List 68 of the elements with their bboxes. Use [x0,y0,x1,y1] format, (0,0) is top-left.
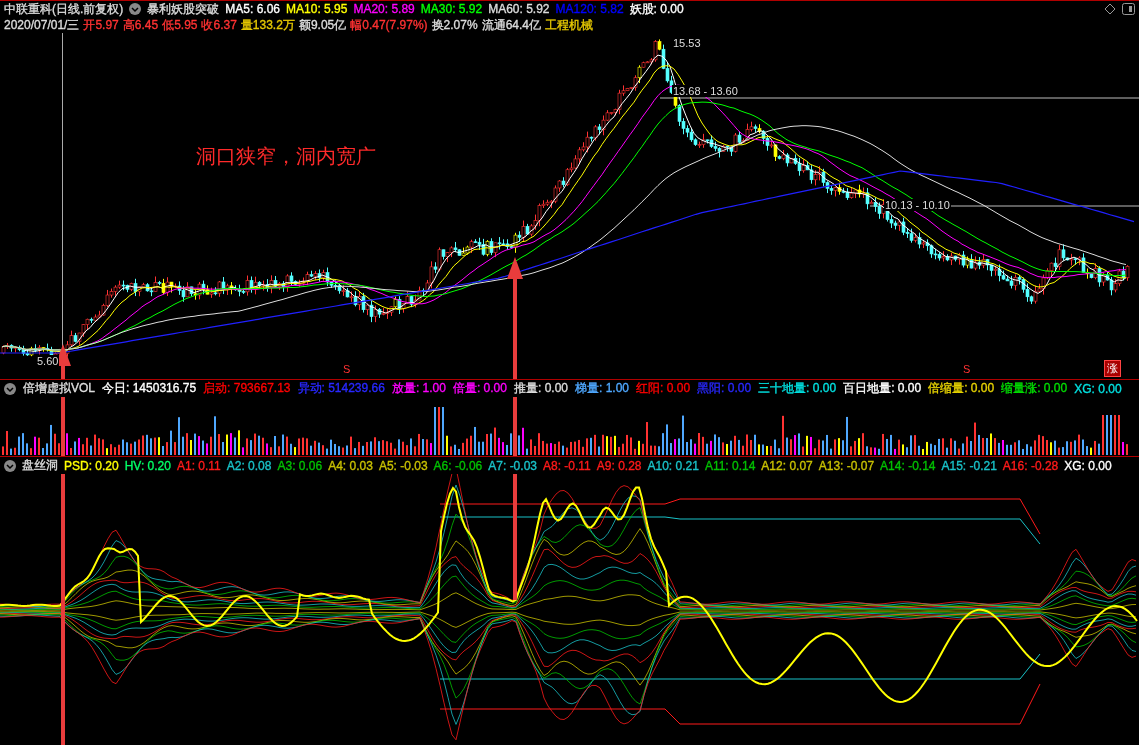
indicator-value: 倍量: 0.00 [452,380,507,397]
quote-value: 换2.07% [431,16,478,34]
indicator-value: A6: -0.06 [433,458,483,473]
quote-value: 流通64.4亿 [481,16,541,34]
indicator-value: PSD: 0.20 [64,458,119,473]
quote-value: 高6.45 [122,16,159,34]
panel-toggle-icon[interactable] [1122,3,1135,15]
quote-value: 工程机械 [545,16,593,34]
ma-value: MA5: 6.06 [225,2,281,16]
indicator-value: 启动: 793667.13 [203,380,291,397]
dropdown-icon[interactable] [4,459,16,472]
indicator-value: 今日: 1450316.75 [102,380,197,397]
chart-caption: 洞口狭窄，洞内宽广 [196,144,376,169]
quote-value: 低5.95 [162,16,198,34]
price-label: 13.68 - 13.60 [672,85,739,97]
indicator-value: XG: 0.00 [1074,381,1122,396]
indicator-value: A7: -0.03 [488,458,537,473]
signal-marker: S [962,363,972,375]
price-label: 5.60 [36,355,60,367]
quote-value: 收6.37 [201,16,237,34]
indicator-value: 异动: 514239.66 [297,380,385,397]
indicator-value: 三十地量: 0.00 [758,380,837,397]
ma-value: MA120: 5.82 [555,2,624,16]
indicator-value: A11: 0.14 [704,458,756,473]
indicator-value: A15: -0.21 [941,458,997,473]
indicator-value: A3: 0.06 [277,458,323,473]
indicator-value: 倍缩量: 0.00 [928,380,995,397]
indicator-value: 放量: 1.00 [391,380,446,397]
ma-value: MA60: 5.92 [488,2,550,16]
indicator-value: A4: 0.03 [328,458,373,473]
stock-title: 中联重科(日线.前复权) [4,0,124,18]
indicator-value: A10: 0.21 [647,458,699,473]
price-label: 15.53 [672,37,702,49]
indicator-value: A9: 0.28 [596,458,642,473]
quote-date: 2020/07/01/三 [4,16,80,34]
dropdown-icon[interactable] [129,3,142,15]
indicator-value: 红阳: 0.00 [636,380,691,397]
ma-value: 妖股: 0.00 [629,0,684,18]
indicator-value: A13: -0.07 [818,458,875,473]
indicator-value: HV: 0.20 [124,458,171,473]
ma-value: MA10: 5.95 [286,2,348,16]
quote-value: 幅0.47(7.97%) [350,16,428,34]
indicator-value: 缩量涨: 0.00 [1001,380,1068,397]
indicator-value: A16: -0.28 [1002,458,1059,473]
indicator-value: 梯量: 1.00 [575,380,630,397]
indicator-value: 百日地量: 0.00 [843,380,922,397]
quote-value: 开5.97 [83,16,119,34]
ma-value: MA30: 5.92 [420,2,483,16]
price-label: 10.13 - 10.10 [884,199,951,211]
indicator-value: XG: 0.00 [1064,458,1112,473]
indicator-value: A2: 0.08 [226,458,272,473]
indicator-value: A5: -0.03 [378,458,428,473]
indicator-value: 黑阳: 0.00 [697,380,752,397]
indicator-value: 推量: 0.00 [513,380,568,397]
indicator-value: A14: -0.14 [880,458,936,473]
ma-value: MA20: 5.89 [353,2,415,16]
panel-name: 倍增虚拟VOL [23,380,95,397]
dropdown-icon[interactable] [4,382,16,395]
signal-marker: S [342,363,352,375]
indicator-name: 暴利妖股突破 [147,0,220,18]
indicator-value: A8: -0.11 [543,458,591,473]
panel-name: 盘丝洞 [22,457,58,474]
diamond-icon[interactable] [1104,3,1116,15]
rise-badge: 涨 [1104,360,1121,377]
quote-value: 额9.05亿 [298,16,347,34]
indicator-value: A1: 0.11 [176,458,221,473]
quote-value: 量133.2万 [240,16,295,34]
indicator-value: A12: 0.07 [761,458,813,473]
